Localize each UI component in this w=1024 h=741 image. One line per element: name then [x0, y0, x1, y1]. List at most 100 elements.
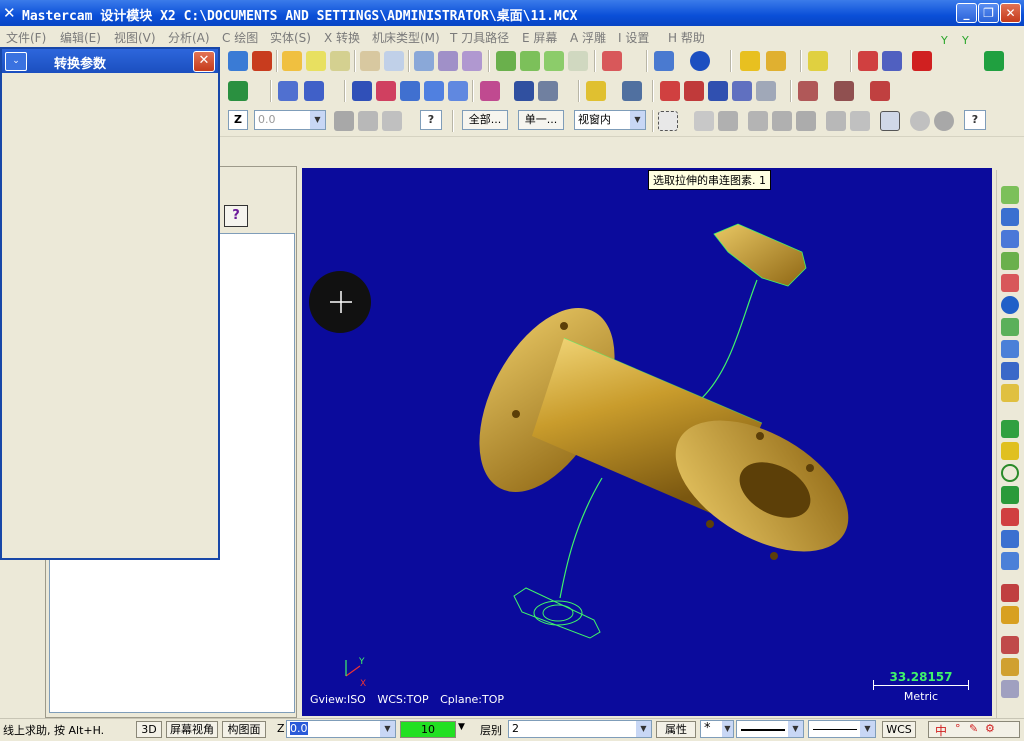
- sort-icon[interactable]: [586, 81, 606, 101]
- zoom-window-icon[interactable]: [306, 51, 326, 71]
- add-point-icon[interactable]: [1001, 420, 1019, 438]
- panel-collapse-button[interactable]: ⌄: [5, 52, 27, 71]
- solid-extrude-icon[interactable]: [228, 81, 248, 101]
- xform-roll-icon[interactable]: [538, 81, 558, 101]
- minimize-button[interactable]: _: [956, 3, 977, 23]
- mask-solid-icon[interactable]: [718, 111, 738, 131]
- confirm-icon[interactable]: [880, 111, 900, 131]
- btn-gview[interactable]: 屏幕视角: [166, 721, 218, 738]
- solid-extrude-side-icon[interactable]: [1001, 208, 1019, 226]
- ellipse-icon[interactable]: [1001, 552, 1019, 570]
- mask-back-icon[interactable]: [826, 111, 846, 131]
- cplane-icon[interactable]: [602, 51, 622, 71]
- stop-icon[interactable]: [934, 111, 954, 131]
- globe-icon[interactable]: [654, 51, 674, 71]
- more-tools-icon[interactable]: [1001, 680, 1019, 698]
- solid-sphere-icon[interactable]: [1001, 296, 1019, 314]
- xform-mirror-icon[interactable]: [376, 81, 396, 101]
- fastpoint-icon[interactable]: [358, 111, 378, 131]
- mask-body-icon[interactable]: [796, 111, 816, 131]
- model-canvas[interactable]: Y X: [302, 168, 992, 716]
- xform-array-icon[interactable]: [514, 81, 534, 101]
- line-width-select[interactable]: ▼: [808, 720, 876, 738]
- xform-rotate-icon[interactable]: [400, 81, 420, 101]
- fit-icon[interactable]: [282, 51, 302, 71]
- render-icon[interactable]: [798, 81, 818, 101]
- table-icon[interactable]: [756, 81, 776, 101]
- point-style-select[interactable]: * ▼: [700, 720, 734, 738]
- zoom-target-icon[interactable]: [360, 51, 380, 71]
- help-arrow-icon[interactable]: [858, 51, 878, 71]
- select-all-button[interactable]: 全部...: [462, 110, 508, 130]
- menu-art[interactable]: A 浮雕: [570, 29, 606, 46]
- view-iso-icon[interactable]: [568, 51, 588, 71]
- wcs-button[interactable]: WCS: [882, 721, 916, 738]
- rectangle-icon[interactable]: [1001, 508, 1019, 526]
- z-depth-button[interactable]: Z: [228, 110, 248, 130]
- xform-offset-icon[interactable]: [448, 81, 468, 101]
- selection-mode-select[interactable]: 视窗内 ▼: [574, 110, 646, 130]
- shade-icon[interactable]: [414, 51, 434, 71]
- grid-icon[interactable]: [660, 81, 680, 101]
- ops-help-button[interactable]: ?: [224, 205, 248, 227]
- line-style-select[interactable]: ▼: [736, 720, 804, 738]
- trim-icon[interactable]: [278, 81, 298, 101]
- view-front-icon[interactable]: [520, 51, 540, 71]
- menu-settings[interactable]: I 设置: [618, 29, 649, 46]
- arc-icon[interactable]: [1001, 486, 1019, 504]
- menu-view[interactable]: 视图(V): [114, 29, 156, 46]
- menu-machine-type[interactable]: 机床类型(M): [372, 29, 440, 46]
- ime-toolbar[interactable]: 中 ° ✎ ⚙: [928, 721, 1020, 738]
- texture-icon[interactable]: [834, 81, 854, 101]
- level-select[interactable]: 2 ▼: [508, 720, 652, 738]
- close-button[interactable]: ✕: [1000, 3, 1021, 23]
- menu-screen[interactable]: E 屏幕: [522, 29, 557, 46]
- xform-translate-icon[interactable]: [352, 81, 372, 101]
- text-icon[interactable]: [1001, 636, 1019, 654]
- fillet-icon[interactable]: [1001, 606, 1019, 624]
- unit-icon[interactable]: [912, 51, 932, 71]
- solid-fillet-icon[interactable]: [1001, 318, 1019, 336]
- unzoom-icon[interactable]: [330, 51, 350, 71]
- toolpath-icon[interactable]: [870, 81, 890, 101]
- solid-loft-icon[interactable]: [1001, 274, 1019, 292]
- pointer-icon[interactable]: [694, 111, 714, 131]
- selection-help-button[interactable]: ?: [964, 110, 986, 130]
- menu-xform[interactable]: X 转换: [324, 29, 360, 46]
- stretch-icon[interactable]: [622, 81, 642, 101]
- color-button[interactable]: 10: [400, 721, 456, 738]
- toolbar-help-button[interactable]: ?: [420, 110, 442, 130]
- z-depth-select[interactable]: 0.0 ▼: [254, 110, 326, 130]
- menu-help[interactable]: H 帮助: [668, 29, 705, 46]
- xform-scale-icon[interactable]: [424, 81, 444, 101]
- solid-shell-icon[interactable]: [1001, 362, 1019, 380]
- analyze-icon[interactable]: [808, 51, 828, 71]
- solid-revolve-icon[interactable]: [1001, 230, 1019, 248]
- view-side-icon[interactable]: [544, 51, 564, 71]
- menu-create[interactable]: C 绘图: [222, 29, 258, 46]
- zoom-selected-icon[interactable]: [384, 51, 404, 71]
- status-z-select[interactable]: 0.0 ▼: [286, 720, 396, 738]
- maximize-button[interactable]: ❐: [978, 3, 999, 23]
- line-icon[interactable]: [1001, 442, 1019, 460]
- break-icon[interactable]: [304, 81, 324, 101]
- solid-globe-icon[interactable]: [1001, 340, 1019, 358]
- snap-icon[interactable]: [382, 111, 402, 131]
- wireframe-icon[interactable]: [438, 51, 458, 71]
- solid-chamfer-icon[interactable]: [1001, 384, 1019, 402]
- graphics-viewport[interactable]: Y X: [302, 168, 992, 716]
- circle-icon[interactable]: [1001, 464, 1019, 482]
- link-icon[interactable]: [732, 81, 752, 101]
- attributes-button[interactable]: 属性: [656, 721, 696, 738]
- list-icon[interactable]: [684, 81, 704, 101]
- selection-box-icon[interactable]: [658, 111, 678, 131]
- chain-icon[interactable]: [882, 51, 902, 71]
- exit-icon[interactable]: [984, 51, 1004, 71]
- cancel-icon[interactable]: [910, 111, 930, 131]
- solid-sweep-icon[interactable]: [1001, 252, 1019, 270]
- xform-project-icon[interactable]: [480, 81, 500, 101]
- zoom-pan-icon[interactable]: [228, 51, 248, 71]
- measure-icon[interactable]: [766, 51, 786, 71]
- select-single-button[interactable]: 单一...: [518, 110, 564, 130]
- dimension-icon[interactable]: [1001, 658, 1019, 676]
